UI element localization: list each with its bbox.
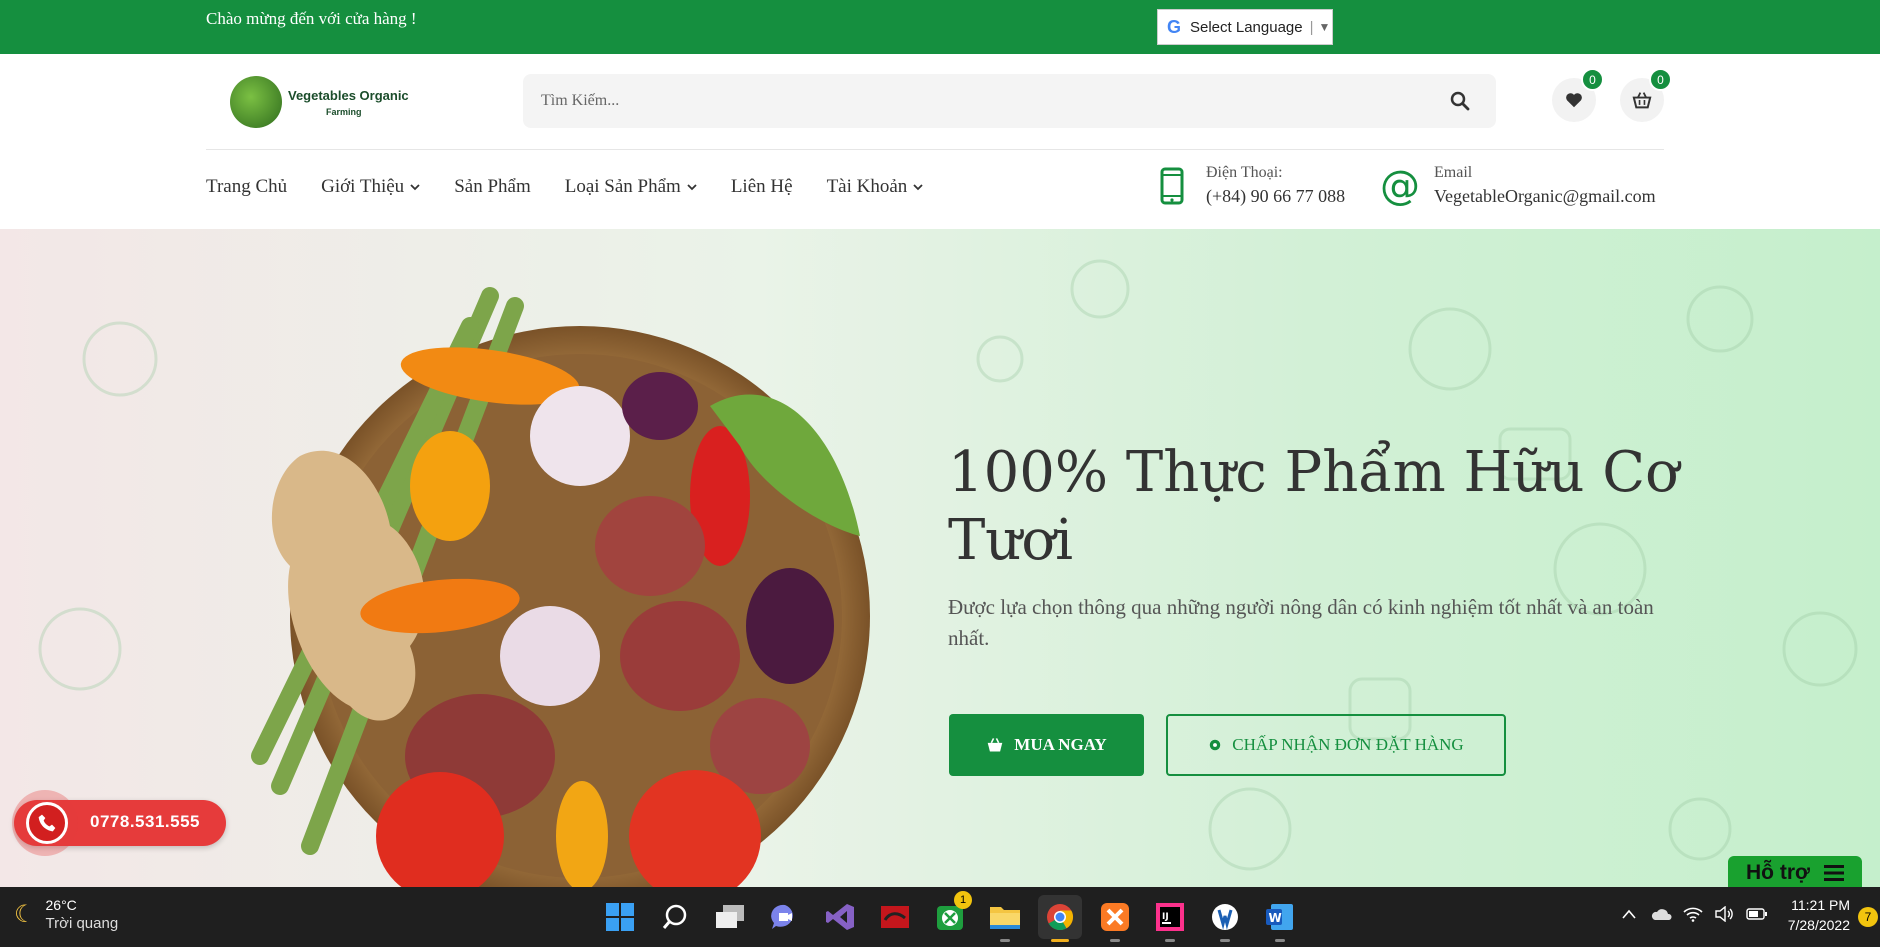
chrome-icon[interactable] [1038,895,1082,942]
main-nav: Trang Chủ Giới Thiệu Sản Phẩm Loại Sản P… [206,176,957,198]
system-clock[interactable]: 11:21 PM 7/28/2022 [1778,895,1850,935]
heart-icon [1566,93,1582,108]
blue-app-icon[interactable] [1203,895,1247,942]
at-sign-icon: @ [1380,162,1420,209]
nav-label: Liên Hệ [730,176,793,197]
moon-icon: ☾ [14,901,36,928]
running-indicator [1275,939,1285,942]
basket-icon [988,738,1003,752]
cart-count-badge: 0 [1649,68,1672,91]
language-selector[interactable]: G Select Language | ▼ [1157,9,1333,45]
dropdown-arrow-icon: ▼ [1318,20,1331,34]
wishlist-count-badge: 0 [1581,68,1604,91]
basket-icon [1632,92,1652,109]
buy-now-button[interactable]: MUA NGAY [949,714,1144,776]
svg-text:IJ: IJ [1162,912,1169,922]
hotline-widget[interactable]: 0778.531.555 [12,790,226,856]
phone-value[interactable]: (+84) 90 66 77 088 [1206,186,1345,207]
word-icon[interactable]: W [1258,895,1302,942]
accept-order-label: CHẤP NHẬN ĐƠN ĐẶT HÀNG [1232,735,1464,754]
chevron-down-icon [913,184,923,191]
weather-desc: Trời quang [45,915,119,932]
nav-item-home[interactable]: Trang Chủ [206,176,287,198]
clock-date: 7/28/2022 [1787,917,1850,933]
nav-label: Trang Chủ [206,176,288,197]
notification-badge[interactable]: 7 [1858,907,1878,927]
intellij-icon[interactable]: IJ [1148,895,1192,942]
nav-item-about[interactable]: Giới Thiệu [321,176,420,198]
accept-order-button[interactable]: CHẤP NHẬN ĐƠN ĐẶT HÀNG [1166,714,1506,776]
hero-subtitle: Được lựa chọn thông qua những người nông… [948,595,1654,650]
language-label: Select Language [1190,18,1303,36]
nav-item-account[interactable]: Tài Khoản [827,176,924,198]
clock-time: 11:21 PM [1791,897,1850,913]
separator: | [1309,18,1314,36]
support-chat-button[interactable]: Hỗ trợ [1728,856,1862,890]
nav-label: Loại Sản Phẩm [564,176,681,197]
task-view-icon[interactable] [708,895,752,939]
xbox-badge: 1 [954,891,972,909]
visual-studio-icon[interactable] [818,895,862,939]
email-label: Email [1434,164,1473,181]
red-app-icon[interactable] [873,895,917,939]
svg-text:W: W [1269,911,1282,925]
running-indicator [1220,939,1230,942]
contact-email: @ Email VegetableOrganic@gmail.com [1380,164,1656,207]
windows-taskbar: ☾ 26°C Trời quang 1 IJ W 11:21 PM 7/28/2… [0,887,1880,947]
wifi-icon[interactable] [1682,903,1704,925]
google-icon: G [1166,16,1181,37]
chevron-up-icon[interactable] [1618,903,1640,925]
gear-icon [1210,739,1221,751]
weather-widget[interactable]: ☾ 26°C Trời quang [14,897,118,932]
weather-temp: 26°C [45,897,77,913]
welcome-text: Chào mừng đến với cửa hàng ! [206,9,417,28]
active-indicator [1051,939,1069,942]
volume-icon[interactable] [1714,903,1736,925]
onedrive-icon[interactable] [1650,903,1672,925]
battery-icon[interactable] [1746,903,1768,925]
hotline-number: 0778.531.555 [90,812,200,831]
logo-subtitle: Farming [326,106,362,117]
chevron-down-icon [410,184,420,191]
teams-chat-icon[interactable] [763,895,807,939]
vegetable-basket-image [251,287,870,887]
wishlist-button[interactable]: 0 [1552,68,1604,122]
running-indicator [1000,939,1010,942]
contact-phone: Điện Thoại: (+84) 90 66 77 088 [1160,164,1345,207]
top-bar: Chào mừng đến với cửa hàng ! G Select La… [0,0,1880,54]
logo-title: Vegetables Organic [288,87,409,103]
email-value[interactable]: VegetableOrganic@gmail.com [1434,186,1656,207]
nav-label: Tài Khoản [826,176,908,197]
search-bar [523,74,1496,128]
nav-label: Giới Thiệu [321,176,405,197]
cart-button[interactable]: 0 [1620,68,1672,122]
phone-icon [26,802,68,844]
buy-now-label: MUA NGAY [1014,735,1107,754]
nav-item-contact[interactable]: Liên Hệ [731,176,793,198]
file-explorer-icon[interactable] [983,895,1027,942]
hero-title: 100% Thực Phẩm Hữu Cơ Tươi [948,440,1679,573]
hero-banner: 100% Thực Phẩm Hữu Cơ Tươi Được lựa chọn… [0,229,1880,887]
xampp-icon[interactable] [1093,895,1137,942]
running-indicator [1165,939,1175,942]
chevron-down-icon [687,184,697,191]
nav-item-products[interactable]: Sản Phẩm [454,176,531,198]
site-logo[interactable]: Vegetables Organic Farming [230,76,409,128]
support-label: Hỗ trợ [1746,861,1810,884]
header-divider [206,149,1664,150]
mobile-phone-icon [1160,167,1184,204]
nav-label: Sản Phẩm [454,176,531,197]
xbox-icon[interactable]: 1 [928,891,972,939]
nav-item-categories[interactable]: Loại Sản Phẩm [565,176,697,198]
system-tray [1618,903,1778,925]
taskbar-apps: 1 IJ W [598,891,1313,942]
menu-icon [1823,865,1844,881]
phone-label: Điện Thoại: [1206,164,1283,181]
search-icon[interactable] [653,895,697,939]
search-icon[interactable] [1450,91,1470,111]
search-input[interactable] [523,74,1403,128]
running-indicator [1110,939,1120,942]
start-icon[interactable] [598,895,642,939]
logo-image [230,76,282,128]
